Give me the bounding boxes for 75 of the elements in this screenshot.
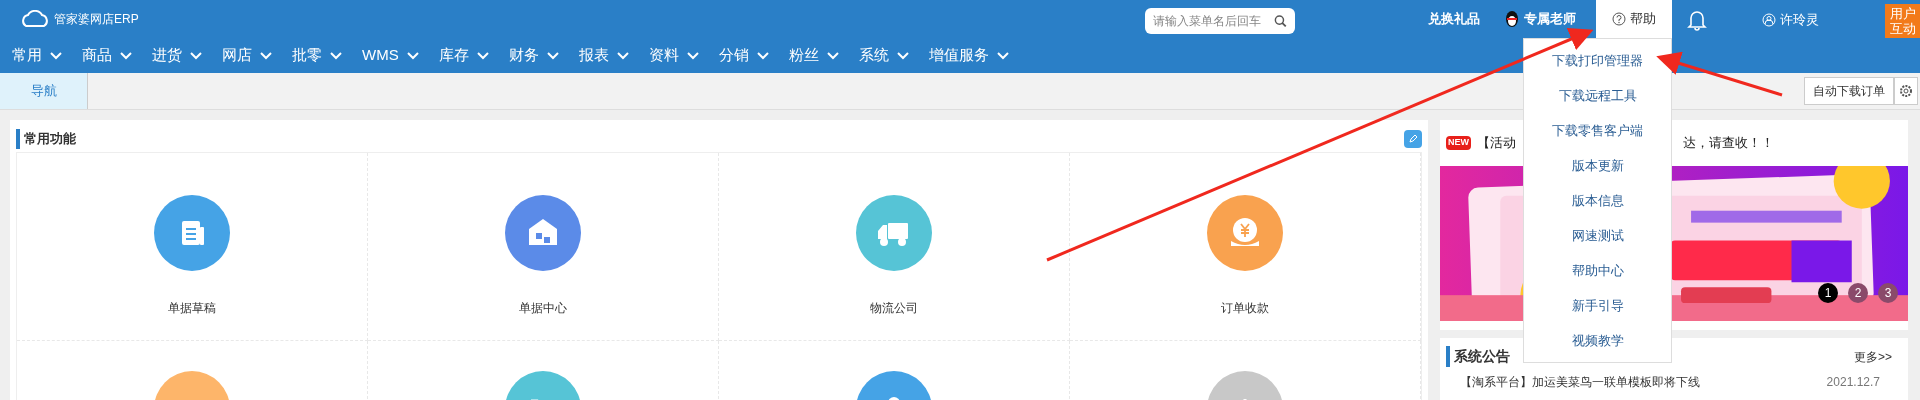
function-tile[interactable]: 单据中心 — [368, 153, 719, 341]
function-tile[interactable]: 物流公司 — [719, 153, 1070, 341]
search-icon — [1274, 14, 1287, 28]
menu-item[interactable]: 商品 — [82, 44, 132, 67]
function-tile[interactable]: 单据草稿 — [17, 153, 368, 341]
pencil-icon — [1408, 134, 1418, 144]
menu-item[interactable]: 系统 — [858, 44, 909, 67]
chevron-down-icon — [476, 51, 489, 60]
menu-item[interactable]: 库存 — [438, 44, 489, 67]
truck-icon — [856, 195, 932, 271]
chevron-down-icon — [190, 51, 202, 60]
penguin-icon — [1504, 10, 1520, 28]
menu-item[interactable]: 粉丝 — [788, 44, 839, 67]
menu-item[interactable]: 常用 — [12, 44, 62, 67]
menu-item[interactable]: 批零 — [292, 44, 342, 67]
notice-title: 系统公告 — [1446, 346, 1510, 367]
warehouse-icon — [505, 195, 581, 271]
edit-button[interactable] — [1404, 130, 1422, 148]
chevron-down-icon — [996, 51, 1009, 60]
dropdown-item[interactable]: 下载零售客户端 — [1552, 113, 1643, 148]
chevron-down-icon — [120, 51, 132, 60]
chevron-down-icon — [50, 51, 62, 60]
doc-icon — [154, 195, 230, 271]
dropdown-item[interactable]: 新手引导 — [1571, 288, 1624, 323]
chevron-down-icon — [260, 51, 272, 60]
function-label: 单据中心 — [519, 300, 567, 317]
dropdown-item[interactable]: 版本更新 — [1571, 148, 1624, 183]
money-icon — [1207, 195, 1283, 271]
panel-title: 常用功能 — [16, 129, 76, 149]
function-label: 物流公司 — [870, 300, 918, 317]
dropdown-item[interactable]: 下载打印管理器 — [1552, 43, 1643, 78]
menu-item[interactable]: 进货 — [152, 44, 202, 67]
function-tile[interactable]: 订单收款 — [1070, 153, 1421, 341]
nav-tab[interactable]: 导航 — [0, 73, 88, 109]
logo-text: 管家婆网店ERP — [54, 11, 139, 28]
dropdown-item[interactable]: 帮助中心 — [1571, 253, 1624, 288]
menu-item[interactable]: 财务 — [508, 44, 559, 67]
gift-link[interactable]: 兑换礼品 — [1428, 9, 1480, 29]
chevron-down-icon — [756, 51, 769, 60]
menu-item[interactable]: WMS — [362, 44, 419, 67]
dropdown-item[interactable]: 网速测试 — [1571, 218, 1624, 253]
more-link[interactable]: 更多>> — [1854, 347, 1892, 366]
user-icon — [1762, 12, 1776, 27]
notice-link[interactable]: 【淘系平台】加运美菜鸟一联单模板即将下线 — [1460, 373, 1700, 391]
chevron-down-icon — [406, 51, 419, 60]
chevron-down-icon — [546, 51, 559, 60]
chevron-down-icon — [330, 51, 342, 60]
settings-icon — [1899, 84, 1913, 98]
dropdown-item[interactable]: 版本信息 — [1571, 183, 1624, 218]
help-button[interactable]: 帮助 — [1596, 0, 1672, 38]
search-field[interactable]: 请输入菜单名后回车 — [1145, 8, 1295, 34]
user-link[interactable]: 许玲灵 — [1762, 10, 1819, 30]
news-text: 【活动 — [1477, 134, 1517, 153]
new-badge: NEW — [1446, 136, 1471, 150]
chevron-down-icon — [686, 51, 699, 60]
cloud-logo-icon — [20, 10, 50, 28]
dropdown-item[interactable]: 下载远程工具 — [1558, 78, 1637, 113]
bell-icon[interactable] — [1687, 9, 1707, 31]
chevron-down-icon — [826, 51, 839, 60]
news-text: 达，请查收！！ — [1683, 134, 1774, 153]
menu-item[interactable]: 资料 — [648, 44, 699, 67]
question-icon — [1612, 12, 1626, 26]
menu-item[interactable]: 报表 — [578, 44, 629, 67]
menu-item[interactable]: 网店 — [222, 44, 272, 67]
dropdown-item[interactable]: 视频教学 — [1571, 323, 1624, 358]
notice-date: 2021.12.7 — [1826, 374, 1880, 391]
chevron-down-icon — [616, 51, 629, 60]
auto-download-button[interactable]: 自动下载订单 — [1804, 77, 1894, 105]
function-label: 订单收款 — [1221, 300, 1269, 317]
teacher-link[interactable]: 专属老师 — [1504, 9, 1576, 29]
menu-item[interactable]: 分销 — [718, 44, 769, 67]
function-label: 单据草稿 — [168, 300, 216, 317]
chevron-down-icon — [896, 51, 909, 60]
menu-item[interactable]: 增值服务 — [928, 44, 1009, 67]
settings-button[interactable] — [1894, 77, 1918, 105]
